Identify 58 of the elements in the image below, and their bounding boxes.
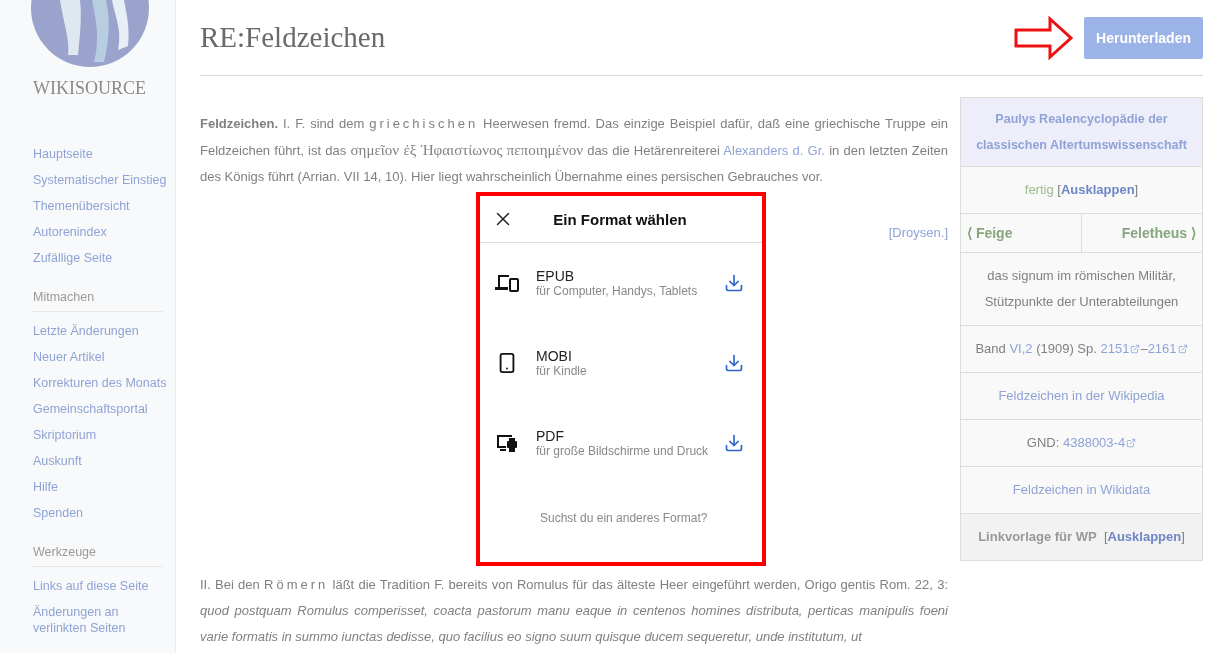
sidebar-link[interactable]: Links auf diese Seite bbox=[33, 573, 175, 599]
article-link[interactable]: Alexanders d. Gr. bbox=[723, 143, 825, 158]
sidebar-heading: Werkzeuge bbox=[33, 542, 163, 567]
dialog-title: Ein Format wählen bbox=[552, 210, 688, 228]
status-label: fertig bbox=[1024, 181, 1054, 199]
external-link[interactable]: 2151 bbox=[1100, 336, 1141, 362]
sidebar-link[interactable]: Systematischer Einstieg bbox=[33, 167, 175, 193]
infobox-text: [ bbox=[1056, 181, 1061, 199]
infobox-text: – bbox=[1140, 340, 1148, 358]
infobox-link[interactable]: VI,2 bbox=[1009, 336, 1033, 362]
external-link-icon bbox=[1177, 344, 1188, 354]
sidebar-link[interactable]: Autorenindex bbox=[33, 219, 175, 245]
laptop-phone-icon bbox=[495, 273, 519, 293]
template-label: Linkvorlage für WP bbox=[978, 528, 1097, 546]
sidebar-link[interactable]: Themenübersicht bbox=[33, 193, 175, 219]
sidebar-link[interactable]: Gemeinschaftsportal bbox=[33, 396, 175, 422]
external-link[interactable]: 2161 bbox=[1147, 336, 1188, 362]
sidebar-link[interactable]: Hilfe bbox=[33, 474, 175, 500]
format-description: für Kindle bbox=[536, 364, 588, 378]
next-article-link[interactable]: Feletheus ⟩ bbox=[1082, 214, 1202, 252]
sidebar-link[interactable]: Skriptorium bbox=[33, 422, 175, 448]
sidebar-link[interactable]: Auskunft bbox=[33, 448, 175, 474]
format-name: EPUB bbox=[536, 268, 576, 284]
format-name: MOBI bbox=[536, 348, 573, 364]
infobox-text: ] bbox=[1181, 528, 1185, 546]
infobox-text: das signum im römischen Militär, Stützpunkte der Unterabteilungen bbox=[983, 267, 1180, 311]
download-icon[interactable] bbox=[724, 353, 744, 373]
infobox-text: Band bbox=[975, 340, 1007, 358]
page-title: RE:Feldzeichen bbox=[200, 21, 387, 54]
sidebar-link[interactable]: Korrekturen des Monats bbox=[33, 370, 175, 396]
sidebar-heading: Mitmachen bbox=[33, 287, 163, 312]
article-paragraph: II. Bei den Römern läßt die Tradition F. bereits von Romulus für das älteste Heer eingeführt werden, Origo gentis Rom. 22, 3: quod postquam Romulus comperisset, coacta pastorum manu eaque in centenos homines distributa, perticas manipulis foeni varie formatis in summo iunctas dedisse, quo facilius eo signo suum quisque ducem sequeretur, unde institutum, ut bbox=[200, 576, 948, 646]
external-link-icon bbox=[1130, 344, 1141, 354]
download-icon[interactable] bbox=[724, 273, 744, 293]
other-format-link[interactable]: Suchst du ein anderes Format? bbox=[540, 511, 762, 525]
infobox-text: [ bbox=[1102, 528, 1108, 546]
sidebar-link[interactable]: Neuer Artikel bbox=[33, 344, 175, 370]
monitor-printer-icon bbox=[496, 433, 518, 453]
external-link[interactable]: 4388003-4 bbox=[1062, 430, 1137, 456]
format-description: für große Bildschirme und Druck bbox=[536, 444, 710, 458]
external-link-icon bbox=[1126, 438, 1137, 448]
infobox-link[interactable]: Feldzeichen in Wikidata bbox=[1012, 477, 1151, 503]
infobox-link[interactable]: Feldzeichen in der Wikipedia bbox=[998, 383, 1165, 409]
article-paragraph: Feldzeichen. I. F. sind dem griechischen Heerwesen fremd. Das einzige Beispiel dafür, daß eine griechische Truppe ein Feldzeichen führt, ist das σημεῖον ἐξ Ἡφαιστίωνος πεποιημένον das die Hetärenreiterei Alexanders d. Gr. in den letzten Zeiten des Königs führt (Arrian. VII 14, 10). Hier liegt wahrscheinlich Übernahme eines persischen Gebrauches vor. bbox=[200, 115, 948, 186]
infobox-text: (1909) Sp. bbox=[1035, 340, 1098, 358]
sidebar-link[interactable]: Änderungen an verlinkten Seiten bbox=[33, 599, 175, 641]
infobox-text: GND: bbox=[1026, 434, 1061, 452]
arrow-icon bbox=[1014, 15, 1075, 60]
sidebar-link[interactable]: Hauptseite bbox=[33, 141, 175, 167]
logo-text: WIKISOURCE bbox=[33, 78, 147, 99]
format-description: für Computer, Handys, Tablets bbox=[536, 284, 699, 298]
sidebar-link[interactable]: Letzte Änderungen bbox=[33, 318, 175, 344]
format-name: PDF bbox=[536, 428, 565, 444]
download-button[interactable]: Herunterladen bbox=[1084, 16, 1203, 59]
sidebar-link[interactable]: Zufällige Seite bbox=[33, 245, 175, 271]
sidebar-link[interactable]: Spenden bbox=[33, 500, 175, 526]
download-icon[interactable] bbox=[724, 433, 744, 453]
infobox-text: ] bbox=[1134, 181, 1139, 199]
